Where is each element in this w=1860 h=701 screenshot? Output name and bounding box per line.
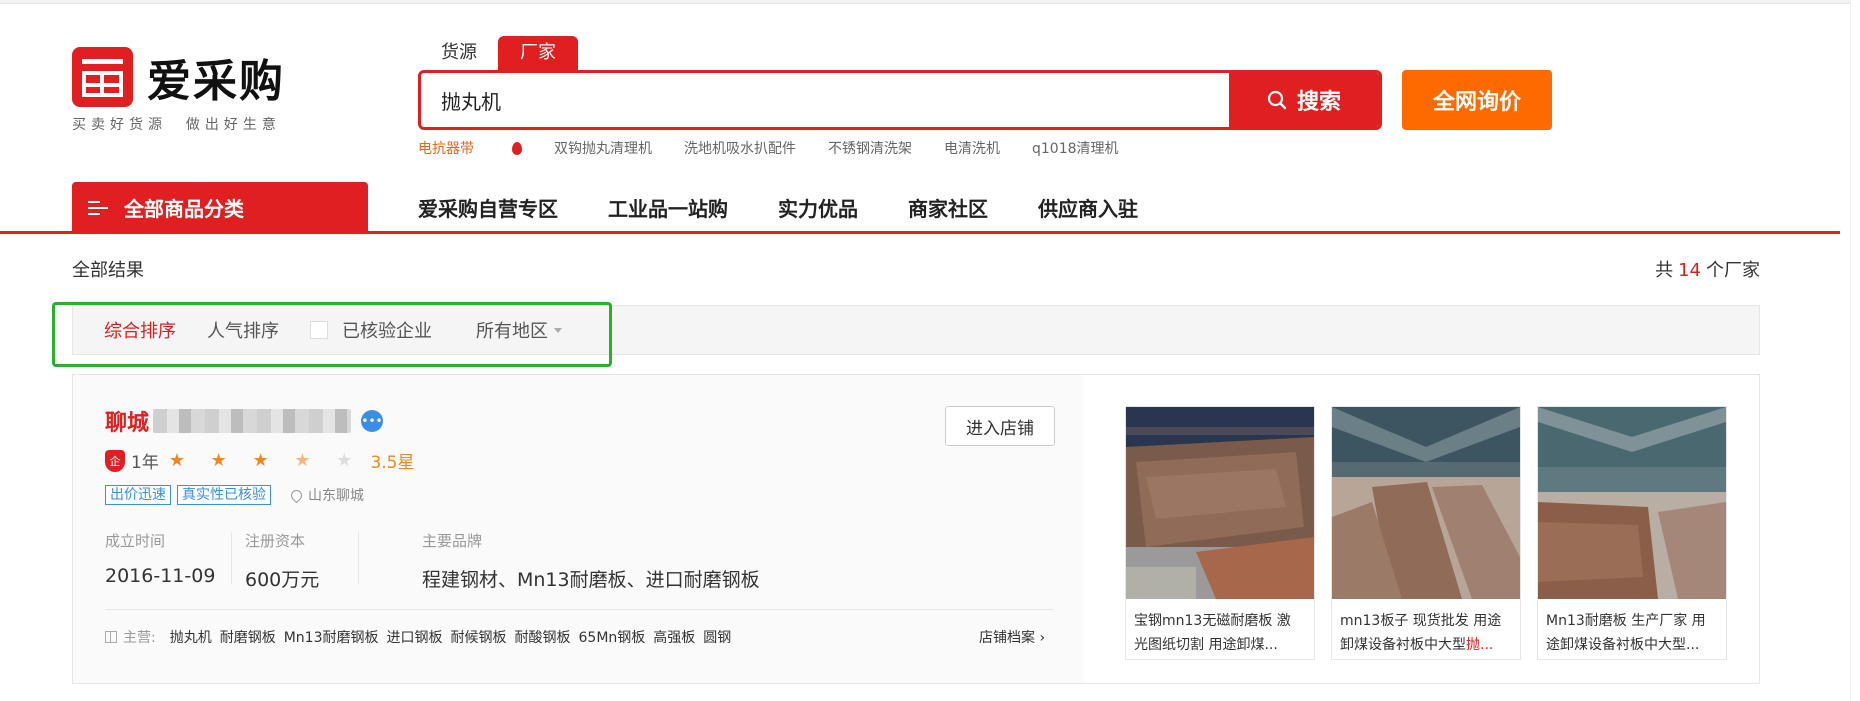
brands-value: 程建钢材、Mn13耐磨板、进口耐磨钢板 <box>422 569 760 591</box>
badge-verified: 真实性已核验 <box>177 485 271 505</box>
enter-shop-button[interactable]: 进入店铺 <box>945 406 1055 446</box>
nav-divider <box>0 231 1840 234</box>
company-location: 山东聊城 <box>288 485 364 505</box>
tab-supply[interactable]: 货源 <box>418 36 500 72</box>
card-divider <box>105 609 1053 610</box>
product-image <box>1538 407 1726 599</box>
product-card[interactable]: mn13板子 现货批发 用途 卸煤设备衬板中大型抛... <box>1331 406 1521 660</box>
brands-label: 主要品牌 <box>422 532 483 550</box>
main-business-row: 主营: 抛丸机 耐磨钢板 Mn13耐磨钢板 进口钢板 耐候钢板 耐酸钢板 65M… <box>105 627 739 647</box>
all-categories-menu[interactable]: 全部商品分类 <box>72 182 368 233</box>
search-box: 搜索 <box>418 70 1382 130</box>
flame-icon <box>512 141 522 155</box>
search-button[interactable]: 搜索 <box>1229 73 1379 127</box>
capital-stat: 注册资本 600万元 <box>245 530 319 592</box>
star-rating: ★ ★ ★ ★ ★ <box>168 450 363 471</box>
main-nav: 爱采购自营专区 工业品一站购 实力优品 商家社区 供应商入驻 <box>418 193 1188 222</box>
total-count: 共 14 个厂家 <box>1655 260 1760 281</box>
nav-item-quality[interactable]: 实力优品 <box>778 193 858 222</box>
established-label: 成立时间 <box>105 532 166 550</box>
membership-years: 1年 <box>131 453 159 473</box>
inquiry-button[interactable]: 全网询价 <box>1402 70 1552 130</box>
brands-stat: 主要品牌 程建钢材、Mn13耐磨板、进口耐磨钢板 <box>422 530 760 592</box>
product-card[interactable]: 宝钢mn13无磁耐磨板 激 光图纸切割 用途卸煤... <box>1125 406 1315 660</box>
search-button-label: 搜索 <box>1296 90 1341 115</box>
page-scroll-edge <box>1850 0 1860 701</box>
business-keyword[interactable]: 耐候钢板 <box>451 627 507 647</box>
company-info: 聊城 ••• 企 1年 ★ ★ ★ ★ ★ 3.5星 出价迅速 真实性已核验 山… <box>73 375 1083 683</box>
product-image <box>1126 407 1314 599</box>
business-keyword[interactable]: 耐磨钢板 <box>220 627 276 647</box>
star-score: 3.5星 <box>370 453 415 473</box>
search-input[interactable] <box>421 73 1229 127</box>
business-keyword[interactable]: 圆钢 <box>703 627 731 647</box>
nav-item-self-operated[interactable]: 爱采购自营专区 <box>418 193 558 222</box>
capital-value: 600万元 <box>245 569 320 591</box>
site-logo[interactable]: 爱采购 <box>72 45 285 109</box>
business-keyword[interactable]: Mn13耐磨钢板 <box>284 627 379 647</box>
company-name[interactable]: 聊城 <box>105 405 149 437</box>
stat-divider <box>231 532 232 584</box>
location-pin-icon <box>288 487 305 503</box>
logo-name: 爱采购 <box>147 56 285 107</box>
all-results-label: 全部结果 <box>72 260 144 281</box>
main-business-label: 主营: <box>123 630 156 646</box>
business-keyword[interactable]: 进口钢板 <box>387 627 443 647</box>
business-keyword[interactable]: 高强板 <box>653 627 695 647</box>
grid-icon <box>105 631 117 643</box>
product-caption: Mn13耐磨板 生产厂家 用 途卸煤设备衬板中大型... <box>1546 613 1706 653</box>
search-icon <box>1267 90 1287 110</box>
highlight-box <box>52 302 612 367</box>
stat-divider <box>358 532 359 584</box>
nav-item-industrial[interactable]: 工业品一站购 <box>608 193 728 222</box>
hot-word-link[interactable]: 电抗器带 <box>418 138 522 158</box>
company-name-row: 聊城 ••• <box>105 405 384 437</box>
logo-slogan: 买卖好货源 做出好生意 <box>72 117 281 133</box>
hot-search-words: 电抗器带 双钩抛丸清理机 洗地机吸水扒配件 不锈钢清洗架 电清洗机 q1018清… <box>418 138 1151 158</box>
business-keyword[interactable]: 65Mn钢板 <box>579 627 646 647</box>
nav-item-community[interactable]: 商家社区 <box>908 193 988 222</box>
badge-fast-quote: 出价迅速 <box>105 485 171 505</box>
hot-word-link[interactable]: 电清洗机 <box>944 138 1000 158</box>
product-caption: 宝钢mn13无磁耐磨板 激 光图纸切割 用途卸煤... <box>1134 613 1291 653</box>
top-strip <box>0 0 1860 4</box>
chevron-right-icon: › <box>1039 630 1046 646</box>
logo-icon <box>72 47 133 107</box>
badges-row: 出价迅速 真实性已核验 山东聊城 <box>105 485 364 505</box>
capital-label: 注册资本 <box>245 532 306 550</box>
business-keyword[interactable]: 耐酸钢板 <box>515 627 571 647</box>
hot-word-link[interactable]: q1018清理机 <box>1032 138 1119 158</box>
total-count-number: 14 <box>1678 260 1701 281</box>
business-keyword[interactable]: 抛丸机 <box>170 627 212 647</box>
hot-word-link[interactable]: 双钩抛丸清理机 <box>554 138 652 158</box>
hot-word-link[interactable]: 不锈钢清洗架 <box>828 138 912 158</box>
nav-item-supplier-join[interactable]: 供应商入驻 <box>1038 193 1138 222</box>
company-card: 聊城 ••• 企 1年 ★ ★ ★ ★ ★ 3.5星 出价迅速 真实性已核验 山… <box>72 374 1760 684</box>
rating-row: 企 1年 ★ ★ ★ ★ ★ 3.5星 <box>105 448 414 473</box>
menu-icon <box>88 200 108 216</box>
all-categories-label: 全部商品分类 <box>124 197 244 221</box>
shield-icon: 企 <box>105 449 125 472</box>
established-stat: 成立时间 2016-11-09 <box>105 530 215 587</box>
product-image <box>1332 407 1520 599</box>
company-name-redacted <box>153 409 352 433</box>
product-card[interactable]: Mn13耐磨板 生产厂家 用 途卸煤设备衬板中大型... <box>1537 406 1727 660</box>
shop-archive-link[interactable]: 店铺档案 › <box>979 627 1045 647</box>
chat-icon[interactable]: ••• <box>361 410 384 432</box>
product-caption: mn13板子 现货批发 用途 卸煤设备衬板中大型抛... <box>1340 613 1502 653</box>
tab-factory[interactable]: 厂家 <box>498 36 578 72</box>
hot-word-link[interactable]: 洗地机吸水扒配件 <box>684 138 796 158</box>
established-value: 2016-11-09 <box>105 565 216 587</box>
